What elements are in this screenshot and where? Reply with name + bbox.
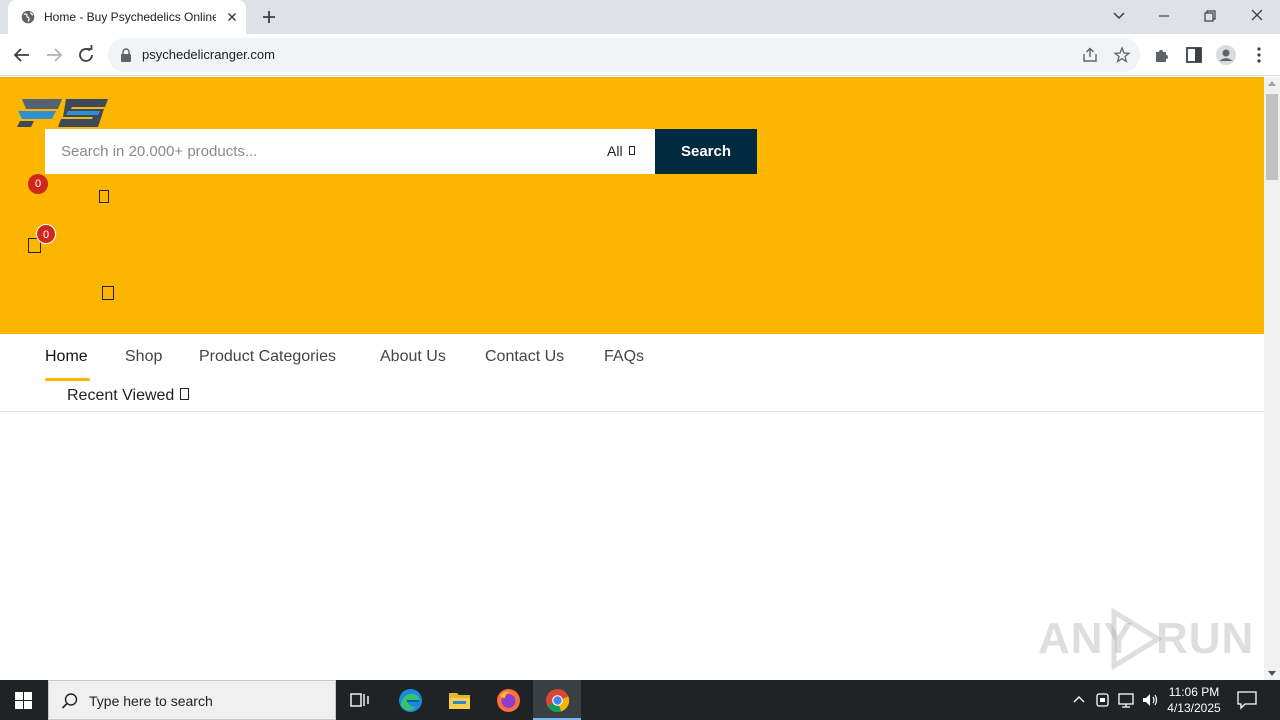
new-tab-icon[interactable] xyxy=(260,8,278,26)
page-scrollbar[interactable] xyxy=(1264,77,1280,680)
menu-icon[interactable] xyxy=(1248,44,1270,66)
system-clock[interactable]: 11:06 PM 4/13/2025 xyxy=(1158,684,1230,716)
nav-item-home[interactable]: Home xyxy=(45,348,88,366)
recent-viewed-menu[interactable]: Recent Viewed xyxy=(67,387,190,405)
chevron-down-icon xyxy=(180,388,190,401)
task-view-button[interactable] xyxy=(336,680,384,720)
reload-icon[interactable] xyxy=(75,44,97,66)
windows-taskbar: Type here to search 11:06 PM 4/13/2025 xyxy=(0,680,1280,720)
heart-icon[interactable] xyxy=(99,190,109,203)
bookmark-star-icon[interactable] xyxy=(1113,46,1131,64)
category-select[interactable]: All xyxy=(605,129,655,174)
volume-icon[interactable] xyxy=(1141,690,1159,710)
nav-item-product-categories[interactable]: Product Categories xyxy=(199,348,336,366)
side-panel-icon[interactable] xyxy=(1183,44,1205,66)
search-form: All xyxy=(45,129,655,174)
clock-time: 11:06 PM xyxy=(1168,685,1220,699)
clock-date: 4/13/2025 xyxy=(1167,701,1221,715)
wishlist-count-badge: 0 xyxy=(28,174,48,194)
notification-center-icon[interactable] xyxy=(1236,690,1258,710)
taskbar-app-chrome[interactable] xyxy=(533,680,581,720)
taskbar-app-firefox[interactable] xyxy=(484,680,532,720)
extensions-icon[interactable] xyxy=(1151,44,1173,66)
globe-icon xyxy=(21,10,35,24)
search-input[interactable] xyxy=(45,129,585,174)
category-select-value: All xyxy=(607,143,623,159)
chrome-icon xyxy=(546,689,570,713)
web-page: All Search 0 0 Home Shop Product Categor… xyxy=(0,77,1264,680)
share-icon[interactable] xyxy=(1081,46,1099,64)
search-icon xyxy=(61,693,78,709)
nav-item-faqs[interactable]: FAQs xyxy=(604,348,644,366)
network-icon[interactable] xyxy=(1117,690,1135,710)
taskbar-app-edge[interactable] xyxy=(386,680,434,720)
back-icon[interactable] xyxy=(11,44,33,66)
folder-icon xyxy=(449,693,470,709)
start-button[interactable] xyxy=(0,680,48,720)
nav-item-contact-us[interactable]: Contact Us xyxy=(485,348,564,366)
scrollbar-thumb[interactable] xyxy=(1266,94,1278,180)
cart-count-badge: 0 xyxy=(36,224,56,244)
show-hidden-icons-chevron-icon[interactable] xyxy=(1070,690,1088,710)
task-view-icon xyxy=(350,693,369,707)
site-header: All Search 0 0 xyxy=(0,77,1264,334)
recent-viewed-label: Recent Viewed xyxy=(67,387,175,404)
scroll-up-arrow-icon[interactable] xyxy=(1268,81,1276,86)
tab-title: Home - Buy Psychedelics Online xyxy=(44,10,216,24)
url-text[interactable]: psychedelicranger.com xyxy=(142,47,275,62)
minimize-icon[interactable] xyxy=(1152,5,1176,27)
chevron-down-icon xyxy=(628,146,635,156)
edge-icon xyxy=(399,689,422,712)
user-account-icon[interactable] xyxy=(102,286,114,300)
browser-tab[interactable]: Home - Buy Psychedelics Online xyxy=(8,0,246,34)
active-nav-indicator xyxy=(45,378,90,381)
forward-icon[interactable] xyxy=(43,44,65,66)
scroll-down-arrow-icon[interactable] xyxy=(1268,671,1276,676)
taskbar-search-placeholder: Type here to search xyxy=(89,693,213,709)
close-tab-icon[interactable] xyxy=(224,9,240,25)
profile-icon[interactable] xyxy=(1215,44,1237,66)
tab-search-icon[interactable] xyxy=(1107,5,1131,27)
browser-toolbar: psychedelicranger.com xyxy=(0,34,1280,76)
search-button[interactable]: Search xyxy=(655,129,757,174)
close-window-icon[interactable] xyxy=(1245,5,1269,27)
windows-logo-icon xyxy=(15,692,32,709)
nav-item-shop[interactable]: Shop xyxy=(125,348,162,366)
address-bar[interactable]: psychedelicranger.com xyxy=(108,38,1140,72)
nav-item-about-us[interactable]: About Us xyxy=(380,348,446,366)
restore-icon[interactable] xyxy=(1198,5,1222,27)
site-logo[interactable] xyxy=(16,97,110,129)
main-navigation: Home Shop Product Categories About Us Co… xyxy=(0,334,1264,412)
taskbar-app-file-explorer[interactable] xyxy=(435,680,483,720)
taskbar-search-box[interactable]: Type here to search xyxy=(48,680,336,720)
firefox-icon xyxy=(497,689,520,712)
device-tray-icon[interactable] xyxy=(1094,690,1112,710)
anyrun-watermark: ANY RUN xyxy=(1038,606,1253,672)
tab-strip: Home - Buy Psychedelics Online xyxy=(0,0,1280,34)
lock-icon[interactable] xyxy=(120,48,132,62)
watermark-text-right: RUN xyxy=(1156,614,1255,663)
